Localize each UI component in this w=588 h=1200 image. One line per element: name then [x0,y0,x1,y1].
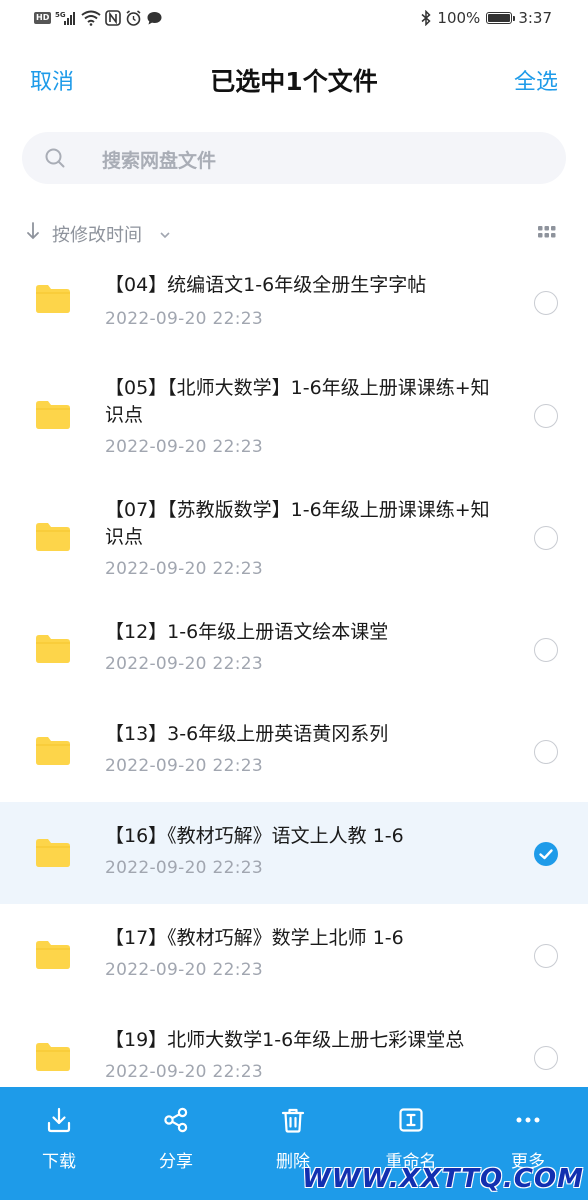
watermark: WWW.XXTTQ.COM [302,1164,584,1194]
download-icon [9,1105,109,1135]
trash-icon [243,1105,343,1135]
select-checkbox[interactable] [534,526,558,550]
file-date: 2022-09-20 22:23 [105,960,263,980]
bluetooth-icon [421,9,432,27]
file-row[interactable]: 【04】统编语文1-6年级全册生字字帖 2022-09-20 22:23 [0,252,588,353]
share-icon [126,1105,226,1135]
file-name: 【16】《教材巧解》语文上人教 1-6 [105,825,404,847]
file-row[interactable]: 【07】【苏教版数学】1-6年级上册课课练+知识点 2022-09-20 22:… [0,475,588,598]
file-date: 2022-09-20 22:23 [105,654,263,674]
status-right: 100% 3:37 [421,9,552,27]
header: 取消 已选中1个文件 全选 [0,48,588,108]
page-title: 已选中1个文件 [210,67,378,96]
file-name: 【04】统编语文1-6年级全册生字字帖 [105,274,427,296]
file-name: 【13】3-6年级上册英语黄冈系列 [105,723,389,745]
folder-icon [36,941,70,973]
nfc-icon [105,9,122,27]
file-date: 2022-09-20 22:23 [105,559,263,579]
file-name: 【19】北师大数学1-6年级上册七彩课堂总 [105,1029,465,1051]
search-icon [44,147,66,173]
file-row[interactable]: 【05】【北师大数学】1-6年级上册课课练+知识点 2022-09-20 22:… [0,353,588,475]
folder-icon [36,737,70,769]
status-left: HD 5G [34,9,163,27]
file-date: 2022-09-20 22:23 [105,858,263,878]
folder-icon [36,839,70,871]
file-name: 【05】【北师大数学】1-6年级上册课课练+知识点 [105,377,490,426]
file-date: 2022-09-20 22:23 [105,437,263,457]
select-checkbox[interactable] [534,638,558,662]
checkmark-icon [539,849,553,860]
file-row[interactable]: 【17】《教材巧解》数学上北师 1-6 2022-09-20 22:23 [0,904,588,1006]
share-button[interactable]: 分享 [126,1105,226,1172]
select-all-button[interactable]: 全选 [514,64,558,96]
battery-icon [486,12,516,24]
share-label: 分享 [159,1152,193,1172]
delete-button[interactable]: 删除 [243,1105,343,1172]
file-row[interactable]: 【13】3-6年级上册英语黄冈系列 2022-09-20 22:23 [0,700,588,802]
select-checkbox[interactable] [534,944,558,968]
select-checkbox[interactable] [534,404,558,428]
more-button[interactable]: 更多 [478,1105,578,1172]
select-checkbox[interactable] [534,291,558,315]
file-date: 2022-09-20 22:23 [105,309,263,329]
file-row[interactable]: 【12】1-6年级上册语文绘本课堂 2022-09-20 22:23 [0,598,588,700]
grid-view-icon[interactable] [538,225,556,244]
file-date: 2022-09-20 22:23 [105,756,263,776]
search-placeholder: 搜索网盘文件 [102,150,217,172]
search-input[interactable]: 搜索网盘文件 [22,132,566,184]
signal-5g-icon: 5G [55,9,77,27]
folder-icon [36,285,70,317]
hd-icon: HD [34,9,52,27]
file-date: 2022-09-20 22:23 [105,1062,263,1082]
file-name: 【12】1-6年级上册语文绘本课堂 [105,621,389,643]
chevron-down-icon[interactable] [158,225,172,244]
alarm-icon [125,9,142,27]
folder-icon [36,401,70,433]
message-icon [146,9,163,27]
file-row-selected[interactable]: 【16】《教材巧解》语文上人教 1-6 2022-09-20 22:23 [0,802,588,904]
select-checkbox-checked[interactable] [534,842,558,866]
folder-icon [36,635,70,667]
battery-fill [488,14,511,22]
more-icon [478,1105,578,1135]
file-name: 【07】【苏教版数学】1-6年级上册课课练+知识点 [105,499,490,548]
sort-bar: 按修改时间 [0,212,588,252]
sort-label[interactable]: 按修改时间 [52,221,142,247]
bottom-toolbar: 下载 分享 删除 重命名 更多 WWW.XXTTQ.COM [0,1087,588,1200]
status-time: 3:37 [518,9,552,27]
battery-percent: 100% [437,9,481,27]
select-checkbox[interactable] [534,740,558,764]
select-checkbox[interactable] [534,1046,558,1070]
status-bar: HD 5G 100% 3:37 [0,0,588,38]
folder-icon [36,523,70,555]
rename-icon [361,1105,461,1135]
wifi-icon [81,9,101,27]
download-button[interactable]: 下载 [9,1105,109,1172]
download-label: 下载 [42,1152,76,1172]
file-name: 【17】《教材巧解》数学上北师 1-6 [105,927,404,949]
svg-text:5G: 5G [55,11,66,19]
folder-icon [36,1043,70,1075]
sort-arrow-icon[interactable] [26,220,40,246]
rename-button[interactable]: 重命名 [361,1105,461,1172]
hd-text: HD [34,12,52,24]
